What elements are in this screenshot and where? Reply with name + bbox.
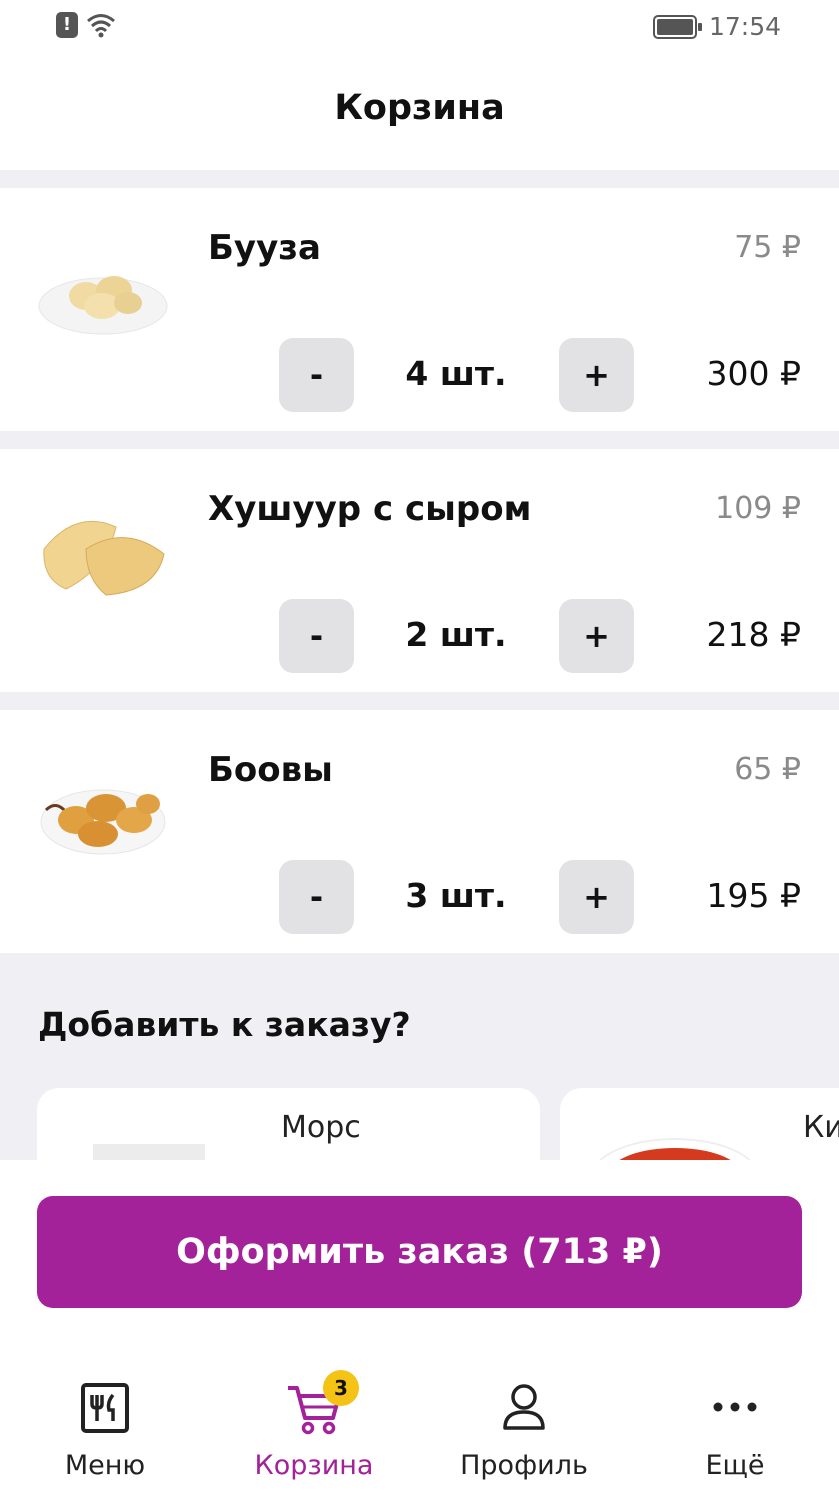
wifi-icon [87, 14, 115, 38]
increase-quantity-button[interactable]: + [559, 860, 634, 934]
cart-count-badge: 3 [323, 1370, 359, 1406]
item-name: Хушуур с сыром [208, 489, 532, 529]
increase-quantity-button[interactable]: + [559, 599, 634, 673]
status-icons-left: ! [56, 12, 116, 38]
addon-name: Морс [281, 1110, 361, 1145]
alert-icon: ! [56, 12, 78, 38]
item-total: 218 ₽ [706, 615, 801, 654]
tab-label: Профиль [460, 1450, 588, 1481]
item-quantity: 2 шт. [405, 615, 507, 654]
status-icons-right: 17:54 [652, 12, 781, 41]
item-name: Бууза [208, 228, 321, 268]
tab-cart[interactable]: 3 Корзина [224, 1370, 404, 1481]
tab-more[interactable]: Ещё [645, 1370, 825, 1481]
tab-label: Меню [64, 1450, 146, 1481]
cart-item: Бууза 75 ₽ - 4 шт. + 300 ₽ [0, 188, 839, 431]
tab-menu[interactable]: Меню [15, 1370, 195, 1481]
item-unit-price: 75 ₽ [734, 230, 801, 265]
status-time: 17:54 [708, 12, 781, 41]
decrease-quantity-button[interactable]: - [279, 860, 354, 934]
page-header: Корзина [0, 58, 839, 170]
tab-label: Корзина [254, 1450, 374, 1481]
profile-icon [503, 1384, 545, 1430]
bottom-panel: Оформить заказ (713 ₽) Меню 3 Корзина Пр… [0, 1160, 839, 1492]
item-unit-price: 109 ₽ [715, 491, 801, 526]
addons-heading: Добавить к заказу? [38, 1005, 411, 1044]
cart-item: Хушуур с сыром 109 ₽ - 2 шт. + 218 ₽ [0, 449, 839, 692]
item-quantity: 4 шт. [405, 354, 507, 393]
menu-icon [81, 1383, 129, 1433]
item-name: Боовы [208, 750, 333, 790]
battery-icon [652, 14, 702, 39]
decrease-quantity-button[interactable]: - [279, 338, 354, 412]
item-unit-price: 65 ₽ [734, 752, 801, 787]
decrease-quantity-button[interactable]: - [279, 599, 354, 673]
item-total: 300 ₽ [706, 354, 801, 393]
boovy-image [36, 770, 170, 860]
khushuur-image [36, 509, 170, 599]
page-title: Корзина [334, 88, 505, 128]
item-quantity: 3 шт. [405, 876, 507, 915]
tab-profile[interactable]: Профиль [434, 1370, 614, 1481]
increase-quantity-button[interactable]: + [559, 338, 634, 412]
more-icon [713, 1402, 757, 1412]
status-bar: ! 17:54 [0, 0, 839, 58]
buuza-image [36, 248, 170, 338]
checkout-button[interactable]: Оформить заказ (713 ₽) [37, 1196, 802, 1308]
tab-label: Ещё [705, 1450, 765, 1481]
item-total: 195 ₽ [706, 876, 801, 915]
addon-name: Ки [803, 1110, 839, 1145]
cart-item: Боовы 65 ₽ - 3 шт. + 195 ₽ [0, 710, 839, 953]
